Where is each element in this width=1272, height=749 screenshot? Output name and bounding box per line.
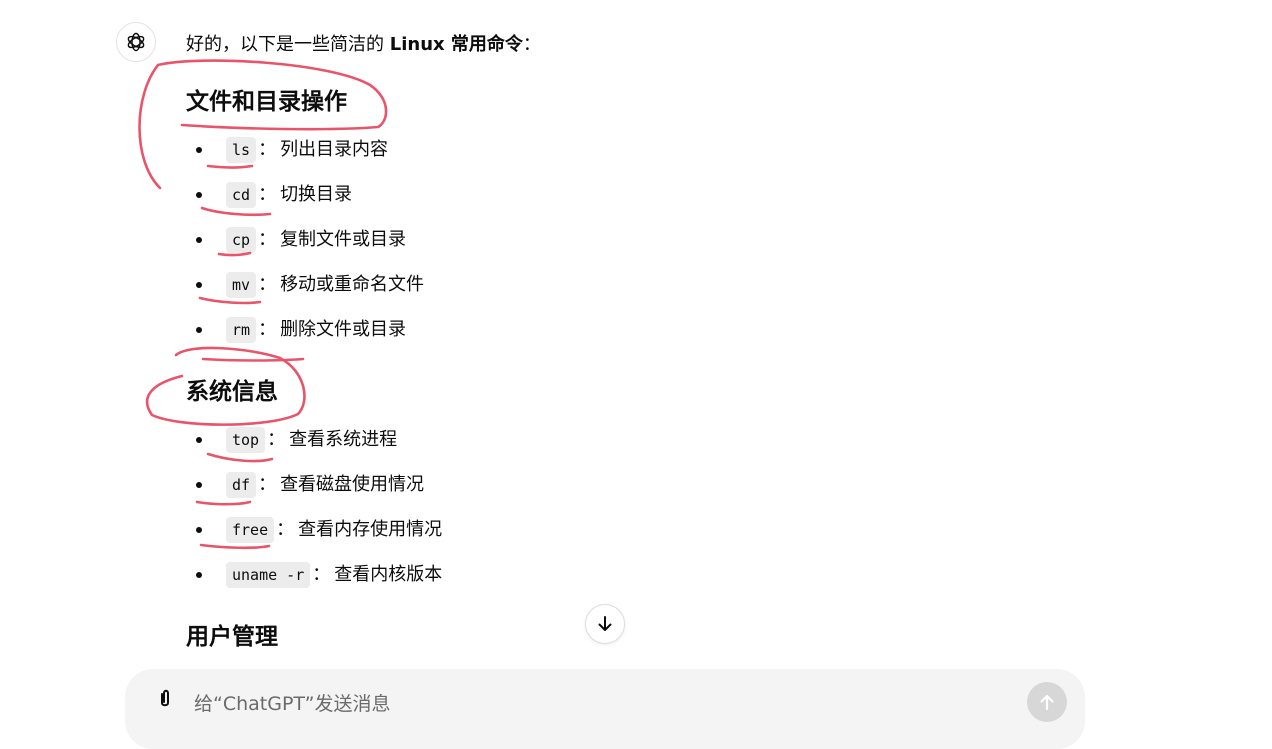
command-description: 移动或重命名文件 xyxy=(280,274,425,295)
list-item: free ： 查看内存使用情况 xyxy=(196,517,442,543)
scroll-to-bottom-button[interactable] xyxy=(585,604,625,644)
command-code: rm xyxy=(226,317,257,343)
bullet xyxy=(196,327,202,333)
colon: ： xyxy=(258,139,277,160)
bullet xyxy=(196,527,202,533)
section-heading-files: 文件和目录操作 xyxy=(186,89,347,115)
colon: ： xyxy=(276,519,295,540)
intro-prefix: 好的，以下是一些简洁的 xyxy=(186,34,390,55)
list-item: uname -r ： 查看内核版本 xyxy=(196,562,442,588)
colon: ： xyxy=(258,274,277,295)
list-item: df ： 查看磁盘使用情况 xyxy=(196,472,424,498)
command-code: mv xyxy=(226,272,257,298)
annotation-underline-top xyxy=(206,452,274,463)
intro-bold: Linux 常用命令 xyxy=(389,34,523,55)
command-code: ls xyxy=(226,137,257,163)
bullet xyxy=(196,437,202,443)
colon: ： xyxy=(258,319,277,340)
message-input[interactable]: 给“ChatGPT”发送消息 xyxy=(194,689,390,716)
command-code: top xyxy=(226,427,266,453)
colon: ： xyxy=(258,474,277,495)
annotation-underline-mv xyxy=(198,296,262,305)
send-button[interactable] xyxy=(1027,682,1067,722)
bullet xyxy=(196,192,202,198)
annotation-circle-heading-files xyxy=(138,59,388,190)
bullet xyxy=(196,237,202,243)
arrow-down-icon xyxy=(598,616,612,631)
command-description: 列出目录内容 xyxy=(280,139,389,160)
message-intro: 好的，以下是一些简洁的 Linux 常用命令： xyxy=(186,33,541,57)
command-description: 查看系统进程 xyxy=(289,429,398,450)
annotation-underline-free xyxy=(199,543,271,550)
list-item: cd ： 切换目录 xyxy=(196,182,352,208)
command-description: 复制文件或目录 xyxy=(280,229,407,250)
command-code: free xyxy=(226,517,275,543)
section-heading-system: 系统信息 xyxy=(186,379,278,405)
command-description: 删除文件或目录 xyxy=(280,319,407,340)
bullet xyxy=(196,282,202,288)
openai-logo-icon xyxy=(127,32,145,52)
list-item: top ： 查看系统进程 xyxy=(196,427,397,453)
command-description: 切换目录 xyxy=(280,184,353,205)
list-item: cp ： 复制文件或目录 xyxy=(196,227,406,253)
command-code: cd xyxy=(226,182,257,208)
colon: ： xyxy=(258,184,277,205)
message-composer: 给“ChatGPT”发送消息 xyxy=(125,669,1085,749)
command-code: df xyxy=(226,472,257,498)
annotation-underline-cp xyxy=(217,251,252,257)
annotation-underline-df xyxy=(195,500,252,506)
annotation-underline-ls xyxy=(206,164,254,169)
annotation-underline-rm xyxy=(201,357,305,362)
assistant-avatar xyxy=(116,22,156,62)
section-heading-users: 用户管理 xyxy=(186,624,278,650)
annotation-underline-cd xyxy=(200,206,272,217)
bullet xyxy=(196,147,202,153)
command-code: uname -r xyxy=(226,562,311,588)
paperclip-icon[interactable] xyxy=(153,687,177,711)
list-item: rm ： 删除文件或目录 xyxy=(196,317,406,343)
intro-suffix: ： xyxy=(522,34,541,55)
colon: ： xyxy=(258,229,277,250)
colon: ： xyxy=(267,429,286,450)
command-description: 查看磁盘使用情况 xyxy=(280,474,425,495)
arrow-up-icon xyxy=(1040,694,1054,711)
list-item: mv ： 移动或重命名文件 xyxy=(196,272,424,298)
bullet xyxy=(196,482,202,488)
list-item: ls ： 列出目录内容 xyxy=(196,137,388,163)
command-description: 查看内存使用情况 xyxy=(298,519,443,540)
command-description: 查看内核版本 xyxy=(334,564,443,585)
command-code: cp xyxy=(226,227,257,253)
bullet xyxy=(196,572,202,578)
colon: ： xyxy=(312,564,331,585)
